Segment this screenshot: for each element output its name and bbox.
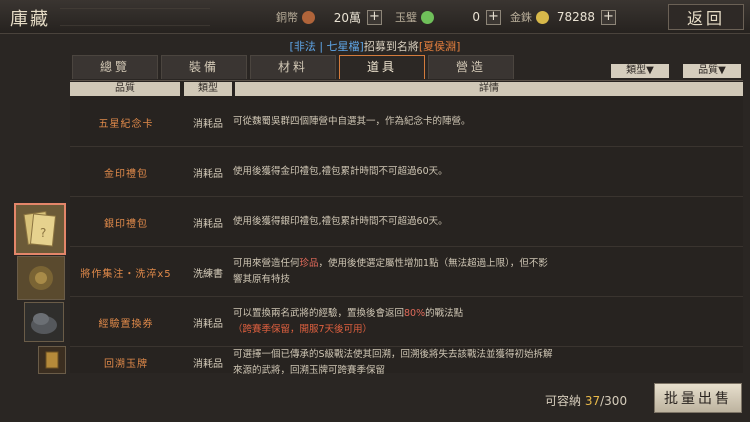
jade-coin-icon xyxy=(421,10,434,24)
recruit-banner: [非法 | 七星檔]招募到名將[夏侯淵] xyxy=(0,38,750,54)
treasure-icon xyxy=(29,266,53,290)
tab-items[interactable]: 道具 xyxy=(339,55,425,79)
tab-construction[interactable]: 營造 xyxy=(428,55,514,79)
item-desc-text: 的戰法點 xyxy=(425,308,464,319)
tab-equipment[interactable]: 裝備 xyxy=(161,55,247,79)
item-type: 消耗品 xyxy=(193,168,223,180)
header-type: 類型 xyxy=(184,82,232,96)
item-name: 五星紀念卡 xyxy=(98,118,154,130)
capacity-indicator: 可容納 37/300 xyxy=(545,392,627,409)
table-row[interactable]: 回溯玉牌 消耗品 可選擇一個已傳承的S級戰法使其回溯，回溯後將失去該戰法並獲得初… xyxy=(70,347,743,377)
type-filter-dropdown[interactable]: 類型▼ xyxy=(611,64,669,78)
banner-general: [夏侯淵] xyxy=(418,40,461,53)
jade-plaque-icon xyxy=(45,351,59,369)
add-copper-button[interactable]: + xyxy=(367,9,382,25)
tab-materials[interactable]: 材料 xyxy=(250,55,336,79)
banner-tag: [非法 | 七星檔] xyxy=(289,40,364,53)
item-desc: 可從魏蜀吳群四個陣營中自選其一，作為紀念卡的陣營。 xyxy=(233,97,733,147)
item-name: 回溯玉牌 xyxy=(104,358,148,370)
table-row[interactable]: 將作集注・洗淬x5 洗練書 可用來營造任何珍品，使用後使選定屬性增加1點（無法超… xyxy=(70,247,743,297)
quality-filter-dropdown[interactable]: 品質▼ xyxy=(683,64,741,78)
currency-value: 20萬 xyxy=(333,10,361,25)
back-button[interactable]: 返回 xyxy=(668,4,744,30)
item-desc: 使用後獲得銀印禮包,禮包累計時間不可超過60天。 xyxy=(233,197,733,247)
item-type: 洗練書 xyxy=(193,268,223,280)
item-name: 金印禮包 xyxy=(104,168,148,180)
item-type: 消耗品 xyxy=(193,318,223,330)
currency-jade: 玉璧 0 + xyxy=(395,7,501,27)
item-desc: 可選擇一個已傳承的S級戰法使其回溯，回溯後將失去該戰法並獲得初始拆解來源的武將，… xyxy=(233,347,733,377)
item-type: 消耗品 xyxy=(193,218,223,230)
item-name: 銀印禮包 xyxy=(104,218,148,230)
item-type: 消耗品 xyxy=(193,118,223,130)
table-row[interactable]: 金印禮包 消耗品 使用後獲得金印禮包,禮包累計時間不可超過60天。 xyxy=(70,147,743,197)
item-desc-text: 可從魏蜀吳群四個陣營中自選其一，作為紀念卡的陣營。 xyxy=(233,116,471,127)
capacity-label: 可容納 xyxy=(545,394,582,408)
stone-icon xyxy=(31,313,57,334)
header-detail: 詳情 xyxy=(235,82,743,96)
item-thumbnail[interactable] xyxy=(38,346,66,374)
item-desc-highlight: 珍品 xyxy=(299,258,319,269)
item-desc-text: 使用後獲得銀印禮包,禮包累計時間不可超過60天。 xyxy=(233,216,448,227)
capacity-used: 37 xyxy=(584,394,601,408)
table-row[interactable]: 銀印禮包 消耗品 使用後獲得銀印禮包,禮包累計時間不可超過60天。 xyxy=(70,197,743,247)
copper-coin-icon xyxy=(302,10,315,24)
item-desc: 可用來營造任何珍品，使用後使選定屬性增加1點（無法超過上限），但不影響其原有特技 xyxy=(233,247,733,297)
table-row[interactable]: 經驗置換券 消耗品 可以置換兩名武將的經驗，置換後會返回80%的戰法點 （跨賽季… xyxy=(70,297,743,347)
tab-overview[interactable]: 總覽 xyxy=(72,55,158,79)
item-thumbnail[interactable] xyxy=(24,302,64,342)
item-name: 經驗置換券 xyxy=(98,318,154,330)
item-desc-text: 可用來營造任何 xyxy=(233,258,300,269)
item-thumbnail[interactable] xyxy=(17,256,65,300)
add-gold-button[interactable]: + xyxy=(601,9,616,25)
item-desc-note: （跨賽季保留，開服7天後可用） xyxy=(233,324,373,335)
item-desc-text: 使用後獲得金印禮包,禮包累計時間不可超過60天。 xyxy=(233,166,448,177)
header-quality: 品質 xyxy=(70,82,180,96)
currency-label: 銅幣 xyxy=(276,11,298,24)
item-thumbnail-selected[interactable]: ? xyxy=(14,203,66,255)
card-icon: ? xyxy=(23,211,57,247)
table-header: 品質 類型 詳情 xyxy=(70,81,743,97)
item-desc: 可以置換兩名武將的經驗，置換後會返回80%的戰法點 （跨賽季保留，開服7天後可用… xyxy=(233,297,733,347)
currency-label: 金銖 xyxy=(510,11,532,24)
item-desc-text: 可選擇一個已傳承的S級戰法使其回溯，回溯後將失去該戰法並獲得初始拆解來源的武將，… xyxy=(233,349,553,376)
capacity-total: 300 xyxy=(604,394,628,408)
gold-coin-icon xyxy=(536,10,549,24)
currency-value: 0 xyxy=(472,10,480,24)
item-name: 將作集注・洗淬x5 xyxy=(80,268,172,280)
category-tabs: 總覽 裝備 材料 道具 營造 xyxy=(72,55,517,79)
bulk-sell-button[interactable]: 批量出售 xyxy=(654,383,742,413)
item-type: 消耗品 xyxy=(193,358,223,370)
banner-text: 招募到名將 xyxy=(363,40,419,53)
svg-text:?: ? xyxy=(40,226,46,240)
page-title: 庫藏 xyxy=(10,9,50,30)
item-desc: 使用後獲得金印禮包,禮包累計時間不可超過60天。 xyxy=(233,147,733,197)
items-table: 品質 類型 詳情 五星紀念卡 消耗品 可從魏蜀吳群四個陣營中自選其一，作為紀念卡… xyxy=(70,80,743,376)
currency-label: 玉璧 xyxy=(395,11,417,24)
currency-gold: 金銖 78288 + xyxy=(510,7,616,27)
item-desc-text: 可以置換兩名武將的經驗，置換後會返回 xyxy=(233,308,405,319)
item-desc-highlight: 80% xyxy=(404,308,426,319)
table-row[interactable]: 五星紀念卡 消耗品 可從魏蜀吳群四個陣營中自選其一，作為紀念卡的陣營。 xyxy=(70,97,743,147)
currency-copper: 銅幣 20萬 + xyxy=(276,7,382,27)
add-jade-button[interactable]: + xyxy=(486,9,501,25)
title-ornament xyxy=(60,8,210,26)
top-bar: 庫藏 銅幣 20萬 + 玉璧 0 + 金銖 78288 + 返回 xyxy=(0,0,750,34)
currency-value: 78288 xyxy=(556,10,595,24)
